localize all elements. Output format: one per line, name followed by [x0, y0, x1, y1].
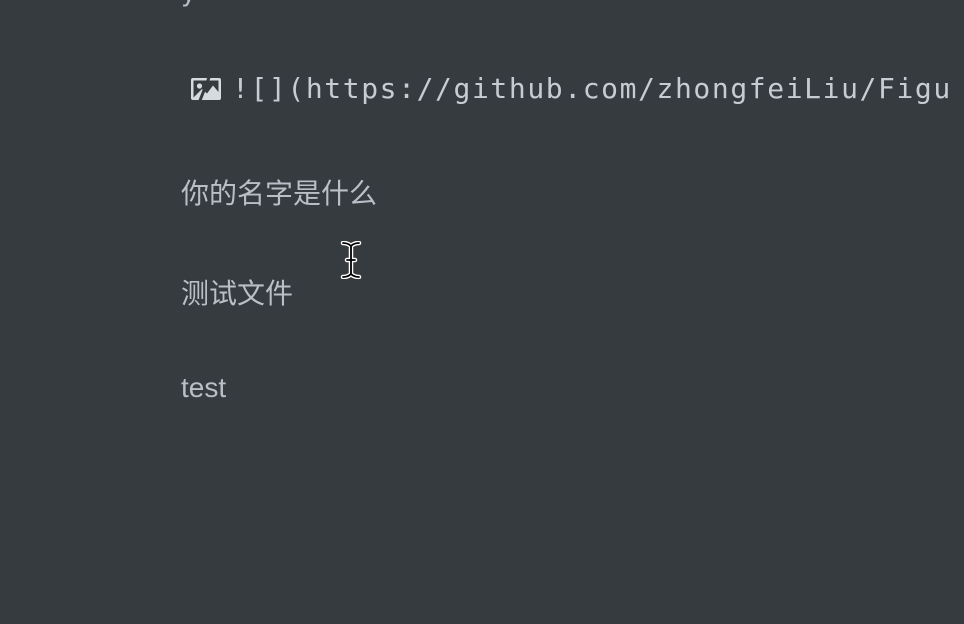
- paragraph-test-file: 测试文件: [181, 277, 294, 310]
- paragraph-test: test: [181, 372, 227, 403]
- clipped-top-line: y: [181, 0, 196, 8]
- broken-image-icon: [191, 74, 221, 103]
- markdown-editor[interactable]: y ![](https://github.com/zhongfeiLiu/Fig…: [0, 0, 964, 624]
- paragraph-name-question: 你的名字是什么: [181, 177, 378, 210]
- image-markdown-text: ![](https://github.com/zhongfeiLiu/Figu: [232, 72, 952, 105]
- image-markdown-line[interactable]: ![](https://github.com/zhongfeiLiu/Figu: [190, 72, 952, 105]
- ibeam-cursor-icon: [340, 241, 362, 279]
